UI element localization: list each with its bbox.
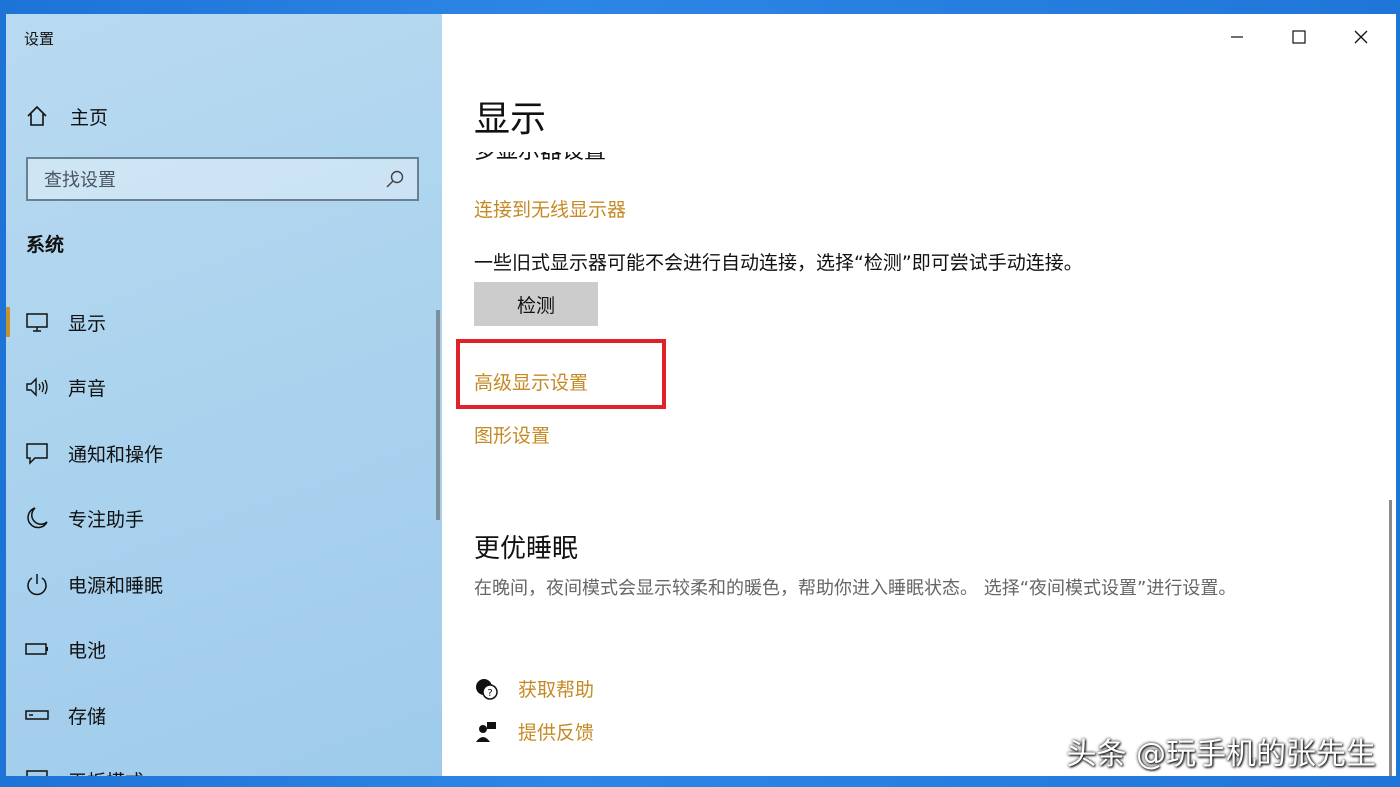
sidebar-item-tablet-mode[interactable]: 平板模式	[6, 757, 436, 776]
section-title: 系统	[26, 234, 65, 256]
sidebar-item-storage[interactable]: 存储	[6, 692, 436, 738]
sidebar-item-label: 专注助手	[68, 508, 145, 531]
watermark: 头条 @玩手机的张先生	[1066, 737, 1376, 772]
power-icon	[27, 574, 47, 596]
feedback-link[interactable]: 提供反馈	[474, 718, 594, 745]
battery-icon	[25, 643, 48, 655]
sidebar-item-label: 通知和操作	[68, 443, 164, 466]
search-input[interactable]: 查找设置	[26, 157, 419, 201]
page-title: 显示	[474, 99, 547, 140]
home-icon	[27, 105, 47, 126]
sidebar-item-label: 电池	[68, 639, 107, 662]
search-icon[interactable]	[385, 169, 405, 189]
tablet-icon	[26, 770, 48, 776]
advanced-display-settings-link[interactable]: 高级显示设置	[474, 368, 588, 395]
graphics-settings-link[interactable]: 图形设置	[474, 421, 550, 448]
sidebar-item-label: 平板模式	[68, 767, 144, 777]
moon-icon	[27, 507, 48, 529]
monitor-icon	[26, 313, 48, 332]
sidebar-item-label: 声音	[68, 377, 107, 400]
multi-display-heading: 多显示器设置	[474, 152, 774, 163]
sidebar-item-label: 存储	[68, 705, 107, 728]
home-nav[interactable]: 主页	[24, 102, 108, 130]
content-scrollbar[interactable]	[1389, 500, 1392, 776]
sidebar-item-focus-assist[interactable]: 专注助手	[6, 495, 436, 541]
better-sleep-heading: 更优睡眠	[474, 534, 579, 564]
feedback-label: 提供反馈	[518, 722, 595, 744]
app-title: 设置	[24, 30, 55, 48]
multi-display-heading-text: 多显示器设置	[474, 152, 774, 163]
detect-button[interactable]: 检测	[474, 282, 598, 326]
sidebar-item-display[interactable]: 显示	[6, 299, 436, 345]
notification-icon	[26, 443, 48, 465]
sidebar-item-power-sleep[interactable]: 电源和睡眠	[6, 561, 436, 607]
get-help-link[interactable]: ? 获取帮助	[474, 675, 594, 702]
sidebar-item-notifications[interactable]: 通知和操作	[6, 430, 436, 476]
storage-icon	[25, 710, 49, 720]
home-label: 主页	[70, 106, 109, 129]
speaker-icon	[26, 377, 48, 397]
better-sleep-description: 在晚间，夜间模式会显示较柔和的暖色，帮助你进入睡眠状态。 选择“夜间模式设置”进…	[474, 578, 1237, 599]
help-chat-icon: ?	[476, 678, 498, 700]
sidebar: 设置 主页 查找设置 系统 显示 声音 通知和操作 专注助手 电源和睡眠 电池 …	[6, 14, 442, 776]
sidebar-item-sound[interactable]: 声音	[6, 364, 436, 410]
main-content: 显示 多显示器设置 连接到无线显示器 一些旧式显示器可能不会进行自动连接，选择“…	[442, 14, 1396, 776]
get-help-label: 获取帮助	[518, 679, 595, 701]
sidebar-item-label: 显示	[68, 312, 107, 335]
settings-window: 设置 主页 查找设置 系统 显示 声音 通知和操作 专注助手 电源和睡眠 电池 …	[6, 14, 1396, 776]
sidebar-item-label: 电源和睡眠	[68, 574, 164, 597]
sidebar-scrollbar[interactable]	[436, 310, 440, 520]
detect-description: 一些旧式显示器可能不会进行自动连接，选择“检测”即可尝试手动连接。	[474, 252, 1083, 274]
connect-wireless-display-link[interactable]: 连接到无线显示器	[474, 195, 626, 222]
svg-text:?: ?	[487, 688, 492, 699]
sidebar-item-battery[interactable]: 电池	[6, 626, 436, 672]
feedback-person-icon	[476, 721, 496, 742]
search-placeholder: 查找设置	[44, 170, 116, 191]
